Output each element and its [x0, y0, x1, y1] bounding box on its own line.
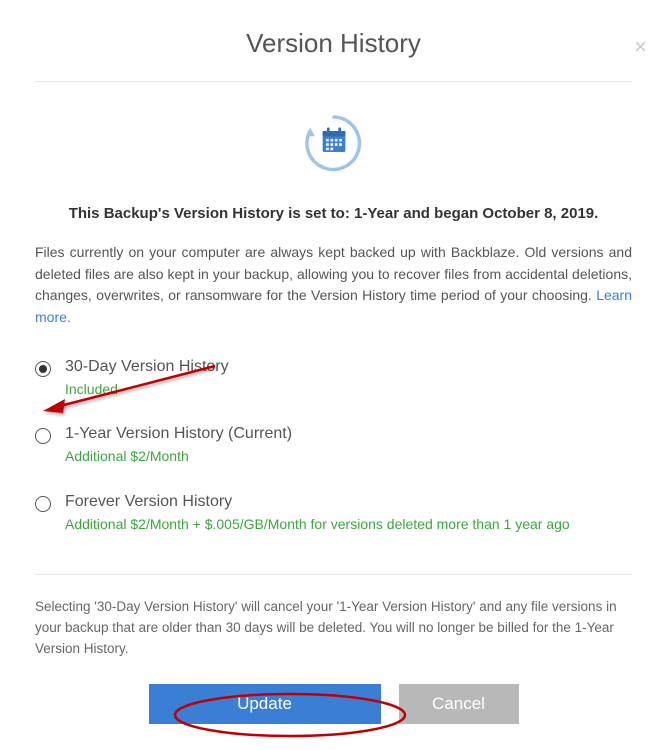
- cancel-button[interactable]: Cancel: [399, 684, 519, 724]
- status-middle: and began: [399, 205, 482, 222]
- status-plan: 1-Year: [354, 205, 399, 222]
- footer-note: Selecting '30-Day Version History' will …: [35, 597, 632, 660]
- option-forever[interactable]: Forever Version History Additional $2/Mo…: [35, 492, 632, 534]
- calendar-history-icon: [35, 110, 632, 185]
- status-date: October 8, 2019: [482, 205, 594, 222]
- description-text: Files currently on your computer are alw…: [35, 244, 632, 303]
- radio-1-year[interactable]: [35, 428, 51, 444]
- description: Files currently on your computer are alw…: [35, 242, 632, 329]
- option-30-day[interactable]: 30-Day Version History Included: [35, 357, 632, 399]
- option-label: 1-Year Version History (Current): [65, 424, 632, 445]
- options-group: 30-Day Version History Included 1-Year V…: [35, 357, 632, 534]
- status-line: This Backup's Version History is set to:…: [35, 205, 632, 222]
- option-1-year[interactable]: 1-Year Version History (Current) Additio…: [35, 424, 632, 466]
- close-icon[interactable]: ×: [634, 36, 647, 58]
- status-suffix: .: [594, 205, 598, 222]
- version-history-modal: × Version History This Backup's Version …: [0, 28, 667, 750]
- option-sub: Included: [65, 380, 632, 399]
- divider: [35, 81, 632, 82]
- option-sub: Additional $2/Month: [65, 447, 632, 466]
- option-label: Forever Version History: [65, 492, 632, 513]
- status-prefix: This Backup's Version History is set to:: [69, 205, 354, 222]
- option-sub: Additional $2/Month + $.005/GB/Month for…: [65, 515, 632, 534]
- update-button[interactable]: Update: [149, 684, 381, 724]
- modal-title: Version History: [35, 28, 632, 59]
- button-row: Update Cancel: [35, 684, 632, 724]
- radio-forever[interactable]: [35, 496, 51, 512]
- divider: [35, 574, 632, 575]
- option-label: 30-Day Version History: [65, 357, 632, 378]
- radio-30-day[interactable]: [35, 361, 51, 377]
